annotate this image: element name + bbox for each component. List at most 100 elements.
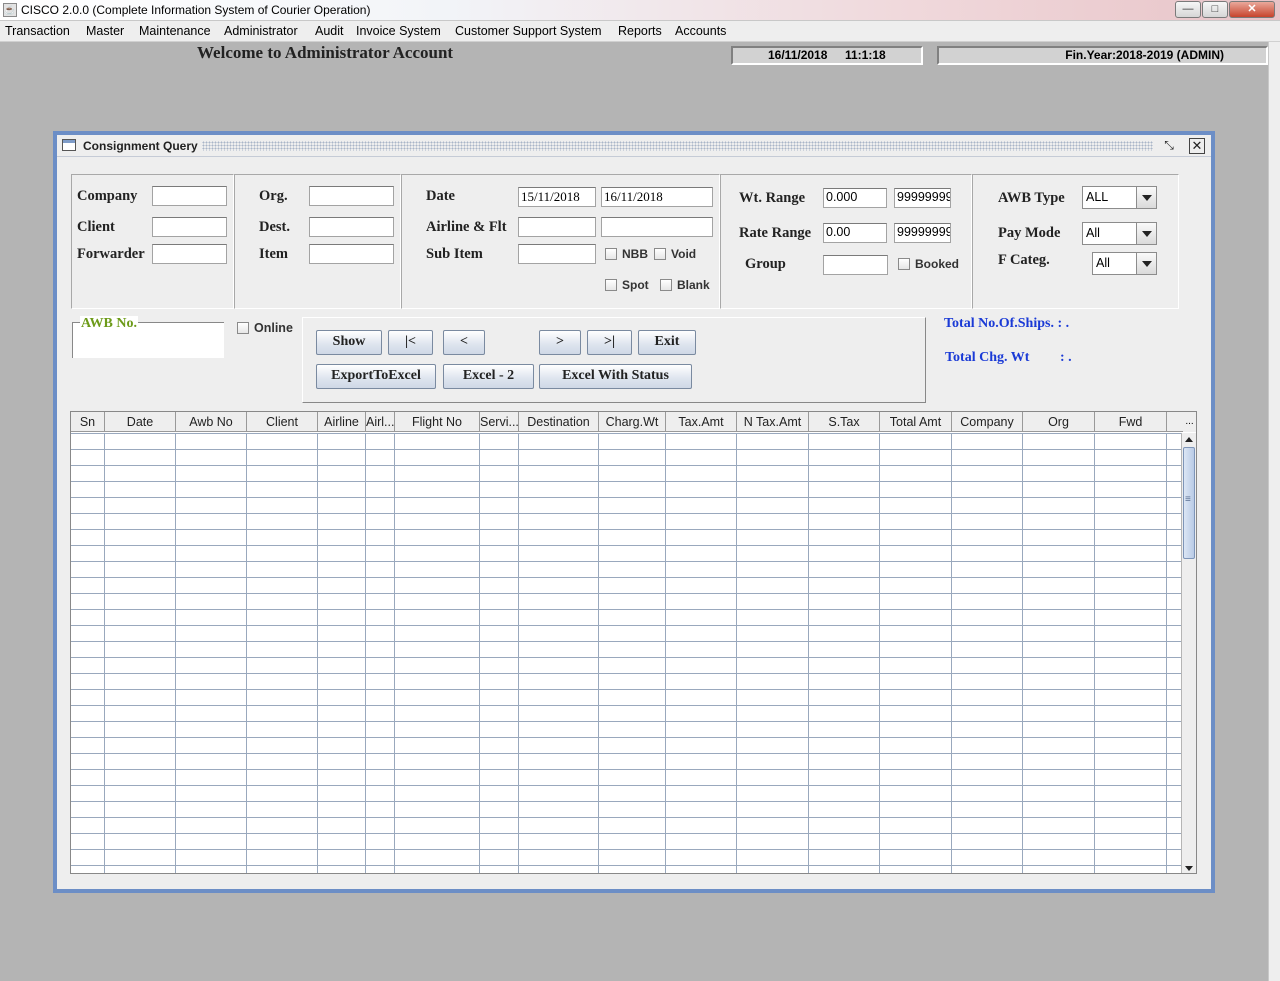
next-record-button[interactable]: >: [539, 330, 581, 355]
flight-field[interactable]: [601, 217, 713, 237]
col-service[interactable]: Servi...: [480, 412, 519, 432]
chevron-down-icon[interactable]: [1136, 253, 1156, 274]
company-label: Company: [77, 188, 138, 204]
fin-year-box: Fin.Year:2018-2019 (ADMIN): [937, 46, 1268, 65]
blank-checkbox[interactable]: Blank: [660, 278, 710, 292]
pay-mode-select[interactable]: All: [1082, 222, 1157, 245]
dest-field[interactable]: [309, 217, 394, 237]
nbb-checkbox-box[interactable]: [605, 248, 617, 260]
col-s-tax[interactable]: S.Tax: [809, 412, 880, 432]
blank-checkbox-box[interactable]: [660, 279, 672, 291]
pay-mode-label: Pay Mode: [998, 225, 1061, 241]
chevron-down-icon[interactable]: [1136, 187, 1156, 208]
close-button[interactable]: ✕: [1229, 1, 1275, 18]
window-title: CISCO 2.0.0 (Complete Information System…: [21, 3, 371, 17]
col-airline[interactable]: Airline: [318, 412, 366, 432]
current-time: 11:1:18: [845, 48, 886, 62]
airline-field[interactable]: [518, 217, 596, 237]
previous-record-button[interactable]: <: [443, 330, 485, 355]
menu-reports[interactable]: Reports: [618, 24, 662, 38]
sub-item-field[interactable]: [518, 244, 596, 264]
spot-checkbox[interactable]: Spot: [605, 278, 649, 292]
rate-to-field[interactable]: 99999999: [894, 223, 951, 243]
wt-from-field[interactable]: 0.000: [823, 188, 887, 208]
online-checkbox[interactable]: Online: [237, 321, 293, 335]
void-checkbox-box[interactable]: [654, 248, 666, 260]
spot-checkbox-box[interactable]: [605, 279, 617, 291]
date-from-field[interactable]: 15/11/2018: [518, 187, 596, 207]
chevron-down-icon[interactable]: [1136, 223, 1156, 244]
col-total-amt[interactable]: Total Amt: [880, 412, 952, 432]
menu-audit[interactable]: Audit: [315, 24, 344, 38]
excel-with-status-button[interactable]: Excel With Status: [539, 364, 692, 389]
col-tax-amt[interactable]: Tax.Amt: [666, 412, 737, 432]
excel-2-button[interactable]: Excel - 2: [443, 364, 534, 389]
menu-accounts[interactable]: Accounts: [675, 24, 726, 38]
date-to-field[interactable]: 16/11/2018: [601, 187, 713, 207]
col-date[interactable]: Date: [105, 412, 176, 432]
menu-customer-support[interactable]: Customer Support System: [455, 24, 602, 38]
col-client[interactable]: Client: [247, 412, 318, 432]
awb-type-select[interactable]: ALL: [1082, 186, 1157, 209]
col-n-tax-amt[interactable]: N Tax.Amt: [737, 412, 809, 432]
grid-line: [365, 433, 366, 873]
grid-line: [317, 433, 318, 873]
f-categ-select[interactable]: All: [1092, 252, 1157, 275]
f-categ-label: F Categ.: [998, 252, 1050, 268]
col-org[interactable]: Org: [1023, 412, 1095, 432]
menu-administrator[interactable]: Administrator: [224, 24, 298, 38]
company-field[interactable]: [152, 186, 227, 206]
first-record-button[interactable]: |<: [388, 330, 433, 355]
col-airline-code[interactable]: Airl...: [366, 412, 395, 432]
maximize-button[interactable]: □: [1202, 1, 1228, 18]
nbb-checkbox[interactable]: NBB: [605, 247, 648, 261]
org-label: Org.: [259, 188, 288, 204]
window-icon: [62, 139, 76, 151]
scroll-up-icon[interactable]: [1182, 433, 1196, 447]
col-awb-no[interactable]: Awb No: [176, 412, 247, 432]
table-corner: ...: [1183, 412, 1196, 432]
booked-checkbox[interactable]: Booked: [898, 257, 959, 271]
export-to-excel-button[interactable]: ExportToExcel: [316, 364, 436, 389]
rate-from-field[interactable]: 0.00: [823, 223, 887, 243]
table-vertical-scrollbar[interactable]: [1181, 433, 1196, 873]
col-overflow[interactable]: [1167, 412, 1183, 432]
menu-transaction[interactable]: Transaction: [5, 24, 70, 38]
restore-icon[interactable]: ⤡: [1161, 138, 1177, 154]
col-company[interactable]: Company: [952, 412, 1023, 432]
frame-close-icon[interactable]: ✕: [1189, 138, 1205, 154]
exit-button[interactable]: Exit: [638, 330, 696, 355]
nbb-label: NBB: [622, 247, 648, 261]
forwarder-field[interactable]: [152, 244, 227, 264]
client-field[interactable]: [152, 217, 227, 237]
welcome-text: Welcome to Administrator Account: [197, 43, 454, 62]
col-fwd[interactable]: Fwd: [1095, 412, 1167, 432]
org-field[interactable]: [309, 186, 394, 206]
col-charg-wt[interactable]: Charg.Wt: [599, 412, 666, 432]
col-sn[interactable]: Sn: [71, 412, 105, 432]
group-field[interactable]: [823, 255, 888, 275]
scroll-down-icon[interactable]: [1182, 861, 1196, 873]
grid-line: [1166, 433, 1167, 873]
scrollbar-thumb[interactable]: [1183, 447, 1195, 559]
menu-invoice-system[interactable]: Invoice System: [356, 24, 441, 38]
grid-line: [951, 433, 952, 873]
grid-line: [879, 433, 880, 873]
booked-checkbox-box[interactable]: [898, 258, 910, 270]
minimize-button[interactable]: —: [1175, 1, 1201, 18]
table-body[interactable]: [71, 433, 1181, 873]
last-record-button[interactable]: >|: [587, 330, 632, 355]
menu-bar: Transaction Master Maintenance Administr…: [0, 21, 1280, 42]
date-time-box: 16/11/2018 11:1:18: [731, 46, 923, 65]
show-button[interactable]: Show: [316, 330, 382, 355]
item-field[interactable]: [309, 244, 394, 264]
grid-line: [736, 433, 737, 873]
void-checkbox[interactable]: Void: [654, 247, 696, 261]
col-flight-no[interactable]: Flight No: [395, 412, 480, 432]
col-destination[interactable]: Destination: [519, 412, 599, 432]
menu-master[interactable]: Master: [86, 24, 124, 38]
menu-maintenance[interactable]: Maintenance: [139, 24, 211, 38]
online-checkbox-box[interactable]: [237, 322, 249, 334]
results-table[interactable]: Sn Date Awb No Client Airline Airl... Fl…: [70, 411, 1197, 874]
wt-to-field[interactable]: 99999999: [894, 188, 951, 208]
